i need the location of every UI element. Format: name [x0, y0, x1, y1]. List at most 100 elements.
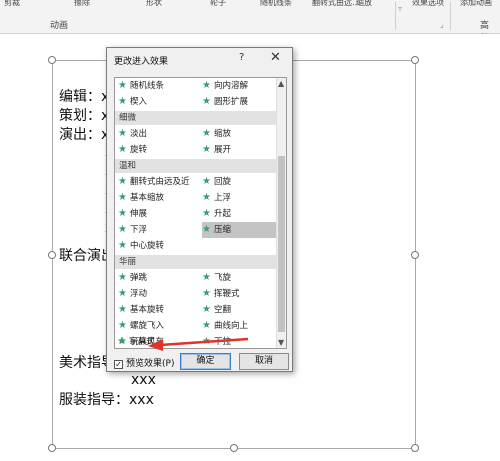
- effect-item[interactable]: ★ 展开: [202, 142, 278, 158]
- change-entrance-effect-dialog: 更改进入效果 ? ✕ ★ 随机线条 ★ 向内溶解 ★ 楔入 ★ 圆形扩展 细微 ★ 淡出 …: [106, 47, 293, 372]
- list-item: ★ 浮动 ★ 挥鞭式: [115, 286, 278, 302]
- effect-label: 伸展: [129, 209, 147, 219]
- effect-label: 回旋: [213, 177, 231, 187]
- star-icon: ★: [202, 192, 211, 203]
- effect-item[interactable]: ★ 伸展: [118, 206, 197, 222]
- checkbox-checked-icon[interactable]: ✓: [114, 360, 123, 369]
- resize-handle[interactable]: [230, 444, 238, 452]
- ribbon-add-animation[interactable]: 添加动画: [460, 0, 492, 8]
- effect-label: 压缩: [213, 225, 231, 235]
- star-icon: ★: [118, 128, 127, 139]
- effect-item[interactable]: ★ 向内溶解: [202, 78, 278, 94]
- star-icon: ★: [118, 80, 127, 91]
- resize-handle[interactable]: [411, 56, 419, 64]
- star-icon: ★: [202, 128, 211, 139]
- gallery-scroll-icon[interactable]: ▿: [398, 4, 402, 13]
- ribbon-effect-wipe[interactable]: 擦除: [74, 0, 90, 8]
- effect-item[interactable]: ★ 淡出: [118, 126, 197, 142]
- list-item: ★ 弹跳 ★ 飞旋: [115, 270, 278, 286]
- ribbon-effect-crop[interactable]: 剪裁: [4, 0, 20, 8]
- effect-label: 曲线向上: [213, 321, 248, 331]
- effect-label: 浮动: [129, 289, 147, 299]
- effect-item[interactable]: ★ 飞旋: [202, 270, 278, 286]
- effect-item[interactable]: ★ 中心旋转: [118, 238, 197, 254]
- star-icon: ★: [118, 144, 127, 155]
- effect-label: 字幕式: [128, 337, 155, 347]
- effect-item-selected[interactable]: ★ 压缩: [202, 222, 278, 238]
- resize-handle[interactable]: [411, 444, 419, 452]
- effect-item[interactable]: ★ 缩放: [202, 126, 278, 142]
- list-item: ★ 楔入 ★ 圆形扩展: [115, 94, 278, 110]
- effect-label: 弹跳: [129, 273, 147, 283]
- effect-item[interactable]: ★ 曲线向上: [202, 318, 278, 334]
- star-icon: ★: [118, 272, 127, 283]
- scroll-thumb[interactable]: [278, 156, 285, 332]
- ribbon-separator: [450, 2, 451, 30]
- effect-label: 翻转式由远及近: [129, 177, 190, 187]
- scroll-up-icon[interactable]: ▲: [278, 79, 284, 88]
- cancel-button[interactable]: 取消: [239, 353, 289, 370]
- effect-item[interactable]: ★ 下浮: [118, 222, 197, 238]
- effect-item[interactable]: ★ 升起: [202, 206, 278, 222]
- close-icon[interactable]: ✕: [270, 50, 281, 65]
- ribbon-effects-row: 剪裁 擦除 形状 轮子 随机线条 翻转式由远… 缩放 效果选项 添加动画: [0, 0, 500, 12]
- effects-list[interactable]: ★ 随机线条 ★ 向内溶解 ★ 楔入 ★ 圆形扩展 细微 ★ 淡出 ★ 缩放 ★ 旋转 ★ 展开…: [114, 77, 287, 349]
- ribbon-effect-options[interactable]: 效果选项: [412, 0, 444, 8]
- effect-label: 升起: [213, 209, 231, 219]
- scroll-down-icon[interactable]: ▼: [278, 338, 284, 347]
- effect-item[interactable]: ★ 翻转式由远及近: [118, 174, 197, 190]
- list-item: ★ 翻转式由远及近 ★ 回旋: [115, 174, 278, 190]
- preview-effect-label: 预览效果(P): [126, 359, 175, 369]
- ribbon-effect-flip[interactable]: 翻转式由远…: [312, 0, 360, 8]
- star-icon: ★: [118, 192, 127, 203]
- star-icon: ★: [202, 288, 211, 299]
- star-icon: ★: [202, 304, 211, 315]
- star-icon: ★: [202, 224, 211, 235]
- effect-item[interactable]: ★ 基本旋转: [118, 302, 197, 318]
- star-icon: ★: [117, 336, 126, 347]
- effect-item[interactable]: ★ 随机线条: [118, 78, 197, 94]
- list-item: ★ 下浮 ★ 压缩: [115, 222, 278, 238]
- resize-handle[interactable]: [48, 251, 56, 259]
- star-icon: ★: [202, 96, 211, 107]
- star-icon: ★: [118, 208, 127, 219]
- effect-item[interactable]: ★ 基本缩放: [118, 190, 197, 206]
- effect-item[interactable]: ★ 螺旋飞入: [118, 318, 197, 334]
- resize-handle[interactable]: [411, 251, 419, 259]
- list-item: ★ 伸展 ★ 升起: [115, 206, 278, 222]
- dialog-launcher-icon[interactable]: ⌟: [440, 20, 444, 29]
- ribbon-effect-zoom[interactable]: 缩放: [356, 0, 372, 8]
- effect-item[interactable]: ★ 楔入: [118, 94, 197, 110]
- section-header-moderate: 温和: [115, 159, 278, 173]
- effect-label: 挥鞭式: [213, 289, 240, 299]
- effect-label: 楔入: [129, 97, 147, 107]
- effect-label: 旋转: [129, 145, 147, 155]
- resize-handle[interactable]: [48, 56, 56, 64]
- ok-button[interactable]: 确定: [180, 353, 231, 370]
- effect-item[interactable]: ★ 上浮: [202, 190, 278, 206]
- effect-item[interactable]: ★ 字幕式: [117, 334, 154, 348]
- star-icon: ★: [118, 240, 127, 251]
- ribbon-effect-shape[interactable]: 形状: [146, 0, 162, 8]
- list-scrollbar[interactable]: ▲ ▼: [276, 78, 286, 348]
- effect-label: 下浮: [129, 225, 147, 235]
- effect-item[interactable]: ★ 空翻: [202, 302, 278, 318]
- resize-handle[interactable]: [48, 444, 56, 452]
- effect-item[interactable]: ★ 圆形扩展: [202, 94, 278, 110]
- star-icon: ★: [118, 176, 127, 187]
- ribbon-effect-wheel[interactable]: 轮子: [210, 0, 226, 8]
- preview-effect-checkbox[interactable]: ✓ 预览效果(P): [114, 356, 174, 369]
- list-item: ★ 基本旋转 ★ 空翻: [115, 302, 278, 318]
- effect-item[interactable]: ★ 浮动: [118, 286, 197, 302]
- star-icon: ★: [202, 320, 211, 331]
- star-icon: ★: [202, 176, 211, 187]
- star-icon: ★: [202, 208, 211, 219]
- effect-item[interactable]: ★ 旋转: [118, 142, 197, 158]
- star-icon: ★: [118, 304, 127, 315]
- help-icon[interactable]: ?: [239, 52, 244, 63]
- ribbon-effect-random-bars[interactable]: 随机线条: [260, 0, 292, 8]
- effect-item[interactable]: ★ 挥鞭式: [202, 286, 278, 302]
- effect-item[interactable]: ★ 回旋: [202, 174, 278, 190]
- list-item: ★ 基本缩放 ★ 上浮: [115, 190, 278, 206]
- effect-item[interactable]: ★ 弹跳: [118, 270, 197, 286]
